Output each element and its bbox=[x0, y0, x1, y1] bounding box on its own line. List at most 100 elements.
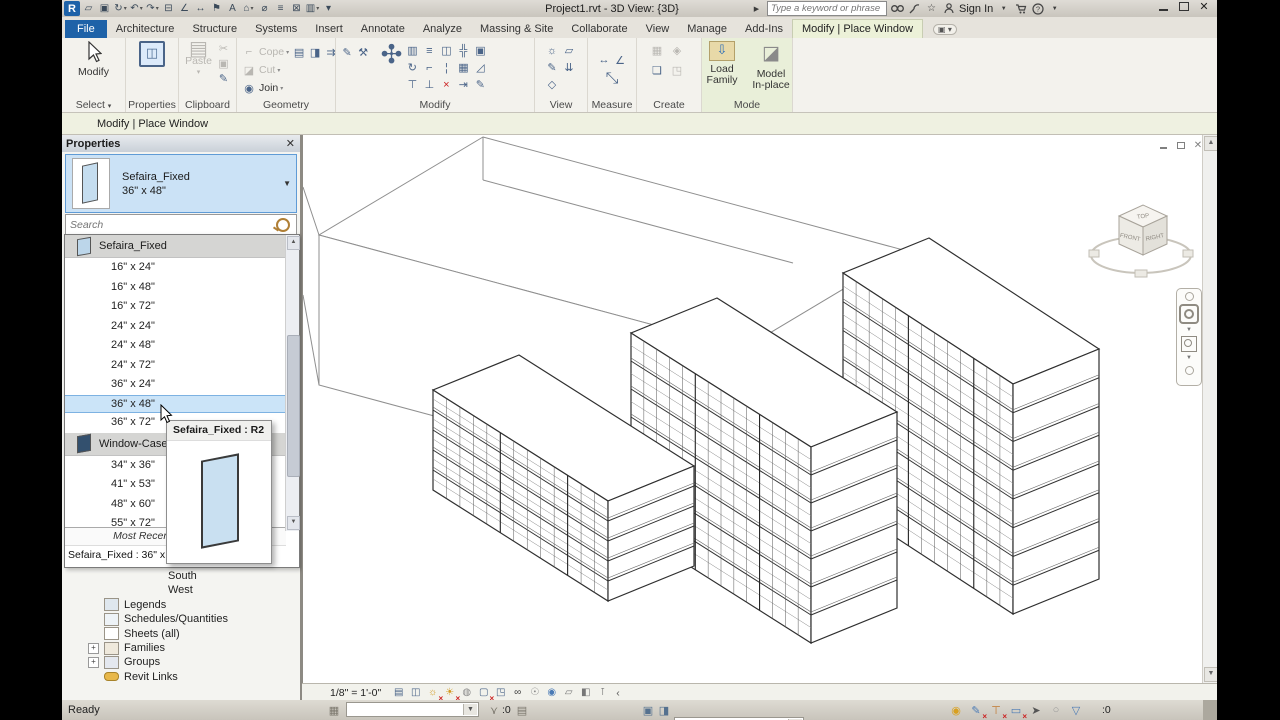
canvas-scroll-up-icon[interactable]: ▲ bbox=[1204, 136, 1217, 151]
browser-item-families[interactable]: + Families bbox=[88, 641, 165, 655]
mirror-icon[interactable]: ◫ bbox=[438, 43, 454, 58]
3d-model-view[interactable] bbox=[303, 135, 1203, 683]
resize-grip[interactable] bbox=[1203, 700, 1217, 720]
reveal-hidden-elements-icon[interactable]: ☉ bbox=[527, 686, 542, 700]
zoom-tool-icon[interactable] bbox=[1181, 336, 1197, 352]
create-similar-icon[interactable]: ❏ bbox=[649, 63, 665, 78]
properties-button[interactable]: ◫ bbox=[130, 41, 174, 67]
print-icon[interactable]: ⊟ bbox=[161, 1, 176, 16]
browser-item-south[interactable]: South bbox=[168, 569, 197, 583]
split-icon[interactable]: ¦ bbox=[438, 60, 454, 75]
panel-label-create[interactable]: Create bbox=[637, 99, 701, 112]
offset-icon[interactable]: ≡ bbox=[421, 43, 437, 58]
expand-icon[interactable]: + bbox=[88, 642, 99, 654]
browser-item-revit-links[interactable]: Revit Links bbox=[104, 670, 178, 684]
show-crop-region-icon[interactable]: ◳ bbox=[493, 686, 508, 700]
tab-file[interactable]: File bbox=[65, 20, 107, 38]
panel-label-geometry[interactable]: Geometry bbox=[237, 99, 335, 112]
navbar-collapse-icon[interactable] bbox=[1184, 366, 1194, 375]
cope-button[interactable]: ⌐ Cope ▾ ▤ ◨ ⇉ ✎ ⚒ bbox=[241, 44, 371, 60]
visual-style-icon[interactable]: ◫ bbox=[408, 686, 423, 700]
qat-customize-icon[interactable]: ▾ bbox=[321, 1, 336, 16]
thin-lines-icon[interactable]: ≡ bbox=[273, 1, 288, 16]
tab-view[interactable]: View bbox=[637, 20, 679, 38]
family-item[interactable]: Sefaira_Fixed bbox=[65, 235, 286, 258]
type-item[interactable]: 36" x 48" bbox=[65, 394, 286, 413]
sign-in-person-icon[interactable] bbox=[942, 2, 955, 16]
create-parts-icon[interactable]: ◳ bbox=[669, 63, 685, 78]
options-icon[interactable]: ▤ bbox=[514, 703, 530, 718]
close-button[interactable]: ✕ bbox=[1198, 2, 1210, 13]
paint-icon[interactable]: ✎ bbox=[339, 45, 355, 60]
switch-windows-icon[interactable]: ▥ ▾ bbox=[305, 1, 320, 16]
status-pin-icon[interactable]: ⊤ × bbox=[988, 703, 1007, 720]
match-type-icon[interactable]: ✎ bbox=[216, 71, 232, 86]
revit-logo[interactable]: R bbox=[64, 1, 80, 16]
text-icon[interactable]: A bbox=[225, 1, 240, 16]
type-selector[interactable]: Sefaira_Fixed 36" x 48" ▼ bbox=[65, 154, 297, 213]
tab-analyze[interactable]: Analyze bbox=[414, 20, 471, 38]
override-icon[interactable]: ⇊ bbox=[561, 60, 577, 75]
trim-icon[interactable]: ⌐ bbox=[421, 60, 437, 75]
sun-path-icon[interactable]: ☼ × bbox=[425, 686, 443, 703]
properties-palette-header[interactable]: Properties ✕ bbox=[62, 135, 300, 152]
active-option-icon[interactable]: ◨ bbox=[656, 703, 672, 718]
move-arrows-icon[interactable]: ✣ bbox=[381, 41, 403, 67]
drawing-area[interactable]: TOP FRONT RIGHT ▼ ▼ ✕ ▲ ▼ bbox=[302, 135, 1217, 683]
tab-massing-site[interactable]: Massing & Site bbox=[471, 20, 562, 38]
status-bulb-icon[interactable]: ◉ bbox=[948, 703, 964, 718]
selection-filter-icon[interactable]: ▽ bbox=[1068, 703, 1084, 718]
help-dropdown-icon[interactable]: ▼ bbox=[1048, 2, 1061, 16]
undo-icon[interactable]: ↶ ▾ bbox=[129, 1, 144, 16]
view-minimize-button[interactable] bbox=[1159, 141, 1169, 150]
communication-center-icon[interactable] bbox=[908, 2, 921, 16]
measure-length-icon[interactable]: ↔ bbox=[596, 53, 612, 68]
expand-icon[interactable]: + bbox=[88, 656, 99, 668]
panel-label-measure[interactable]: Measure bbox=[588, 99, 636, 112]
worksets-icon[interactable]: ▦ bbox=[326, 703, 342, 718]
cut-button[interactable]: ◪ Cut ▾ bbox=[241, 62, 281, 78]
editable-only-control[interactable]: ⋎ :0 bbox=[486, 700, 511, 720]
status-wall-icon[interactable]: ▭ × bbox=[1008, 703, 1027, 720]
offset-lines-icon[interactable]: ⇉ bbox=[323, 45, 339, 60]
panel-label-clipboard[interactable]: Clipboard bbox=[179, 99, 236, 112]
temporary-view-properties-icon[interactable]: ▱ bbox=[561, 686, 576, 700]
tab-annotate[interactable]: Annotate bbox=[352, 20, 414, 38]
measure-angle-icon[interactable]: ∠ bbox=[612, 53, 628, 68]
type-item[interactable]: 16" x 24" bbox=[65, 258, 286, 278]
load-family-button[interactable]: ⇩ Load Family bbox=[702, 41, 742, 86]
browser-item-groups[interactable]: + Groups bbox=[88, 655, 160, 669]
view-restore-button[interactable] bbox=[1176, 141, 1186, 150]
rendering-dialog-icon[interactable]: ◍ bbox=[459, 686, 474, 700]
tab-collaborate[interactable]: Collaborate bbox=[562, 20, 636, 38]
aligned-dimension-icon[interactable]: ↔ bbox=[193, 1, 208, 16]
section-icon[interactable]: ⌀ bbox=[257, 1, 272, 16]
type-item[interactable]: 24" x 48" bbox=[65, 336, 286, 356]
status-drag-icon[interactable]: ➤ bbox=[1028, 703, 1044, 718]
type-item[interactable]: 24" x 72" bbox=[65, 356, 286, 376]
demolish-icon[interactable]: ⚒ bbox=[355, 45, 371, 60]
paintbrush-icon[interactable]: ✎ bbox=[544, 60, 560, 75]
zoom-dropdown-icon[interactable]: ▼ bbox=[1186, 355, 1192, 361]
crop-view-icon[interactable]: ▢ × bbox=[476, 686, 494, 703]
properties-close-icon[interactable]: ✕ bbox=[286, 137, 295, 150]
help-icon[interactable]: ? bbox=[1031, 2, 1044, 16]
wheel-dropdown-icon[interactable]: ▼ bbox=[1186, 327, 1192, 333]
close-hidden-windows-icon[interactable]: ⊠ bbox=[289, 1, 304, 16]
panel-label-modify[interactable]: Modify bbox=[336, 99, 534, 112]
sync-icon[interactable]: ↻ ▾ bbox=[113, 1, 128, 16]
displace-elements-icon[interactable]: ◧ bbox=[578, 686, 593, 700]
design-options-icon[interactable]: ▣ bbox=[640, 703, 656, 718]
open-icon[interactable]: ▱ bbox=[81, 1, 96, 16]
join-ends-icon[interactable]: ⇥ bbox=[455, 77, 471, 92]
search-toggle-icon[interactable]: ▶ bbox=[750, 2, 763, 16]
worksharing-display-icon[interactable]: ◉ bbox=[544, 686, 559, 700]
type-selector-dropdown-icon[interactable]: ▼ bbox=[283, 179, 291, 188]
status-ring-icon[interactable]: ○ bbox=[1048, 703, 1064, 718]
modify-button[interactable]: Modify bbox=[72, 40, 116, 78]
tab-modify-place-window[interactable]: Modify | Place Window bbox=[791, 19, 924, 38]
cut-icon[interactable]: ✂ bbox=[216, 41, 232, 56]
navigation-bar[interactable]: ▼ ▼ bbox=[1176, 288, 1202, 386]
create-assembly-icon[interactable]: ◈ bbox=[669, 43, 685, 58]
type-item[interactable]: 36" x 24" bbox=[65, 375, 286, 395]
